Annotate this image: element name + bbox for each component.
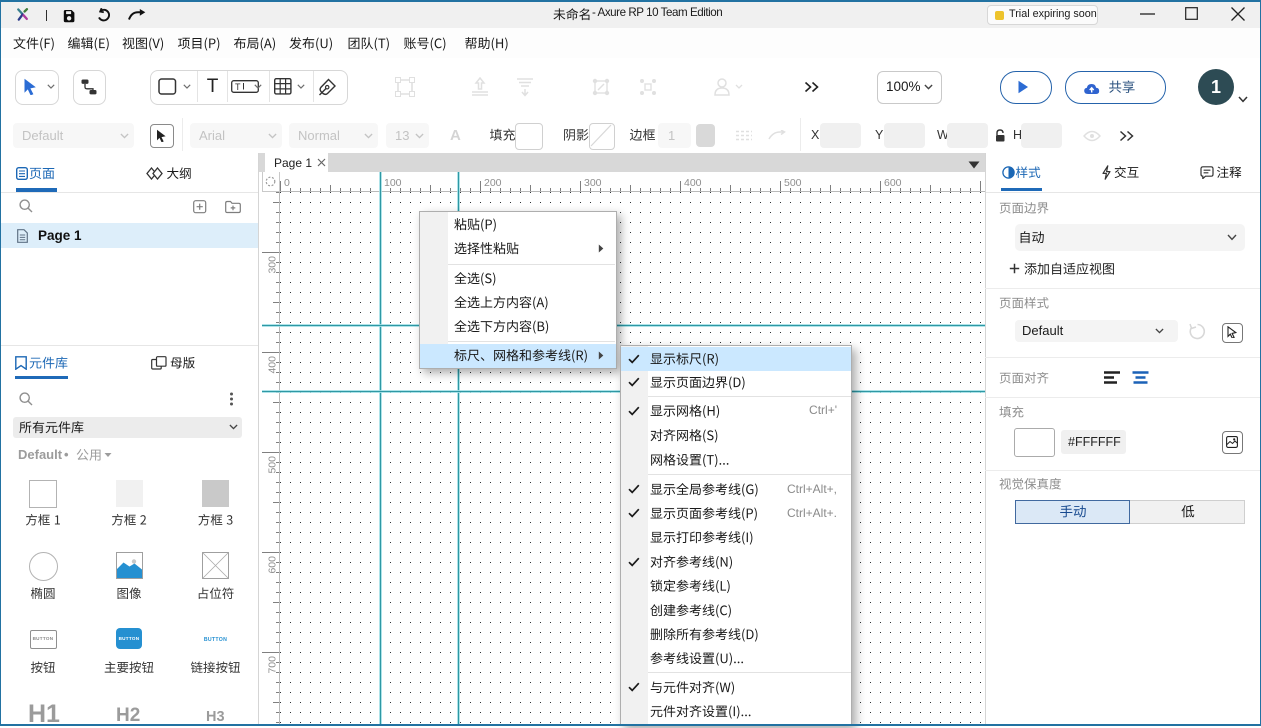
svg-text:500: 500 bbox=[784, 177, 802, 189]
svg-text:400: 400 bbox=[684, 177, 702, 189]
svg-text:100: 100 bbox=[384, 177, 402, 189]
svg-text:200: 200 bbox=[484, 177, 502, 189]
svg-text:400: 400 bbox=[267, 356, 279, 374]
svg-text:300: 300 bbox=[267, 256, 279, 274]
svg-text:T: T bbox=[235, 82, 241, 92]
svg-text:500: 500 bbox=[267, 456, 279, 474]
svg-text:600: 600 bbox=[267, 556, 279, 574]
svg-text:0: 0 bbox=[284, 177, 290, 189]
svg-text:600: 600 bbox=[884, 177, 902, 189]
svg-text:700: 700 bbox=[267, 656, 279, 674]
svg-text:300: 300 bbox=[584, 177, 602, 189]
